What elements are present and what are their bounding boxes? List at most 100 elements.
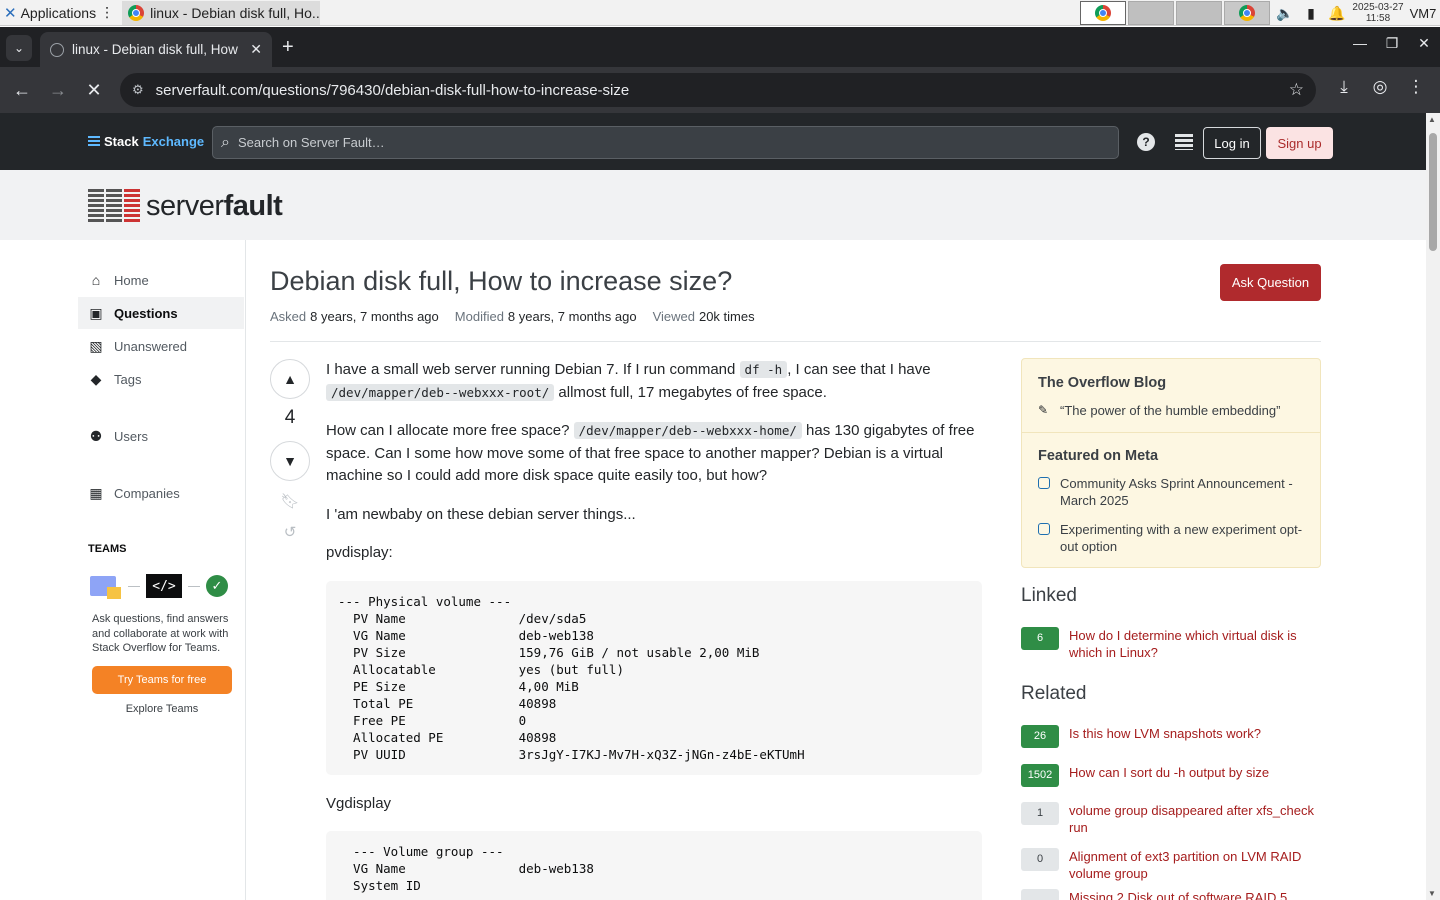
url-text: serverfault.com/questions/796430/debian-… — [155, 81, 630, 99]
chrome-icon — [128, 4, 145, 21]
meta-square-icon — [1038, 523, 1050, 535]
linked-question-title[interactable]: How do I determine which virtual disk is… — [1069, 627, 1321, 661]
nav-item-home[interactable]: ⌂ Home — [78, 264, 244, 296]
site-info-icon[interactable]: ⚙ — [132, 82, 144, 98]
browser-menu-icon[interactable]: ⋮ — [1398, 77, 1434, 97]
question-meta: Asked 8 years, 7 months ago Modified 8 yea… — [270, 309, 755, 324]
post-paragraph: pvdisplay: — [326, 544, 393, 561]
blog-item[interactable]: ✎ “The power of the humble embedding” — [1038, 402, 1310, 419]
taskbar-window-title: linux - Debian disk full, Ho... — [150, 4, 321, 21]
related-question[interactable]: 26 Is this how LVM snapshots work? — [1021, 725, 1321, 748]
volume-icon[interactable]: 🔈 — [1272, 5, 1298, 22]
applications-menu[interactable]: ✕ Applications ⋮ — [0, 0, 118, 26]
linked-heading: Linked — [1021, 585, 1077, 606]
related-question-title[interactable]: How can I sort du -h output by size — [1069, 764, 1321, 787]
tab-title: linux - Debian disk full, How — [72, 42, 238, 57]
close-window-icon[interactable]: ✕ — [1408, 35, 1440, 52]
meta-square-icon — [1038, 477, 1050, 489]
workspace-thumb-2[interactable] — [1128, 1, 1174, 25]
score-badge: 6 — [1021, 627, 1059, 650]
try-teams-button[interactable]: Try Teams for free — [92, 666, 232, 694]
profile-icon[interactable]: ◎ — [1362, 77, 1398, 97]
notification-bell-icon[interactable]: 🔔 — [1324, 5, 1350, 22]
workspace-thumb-1[interactable] — [1080, 1, 1126, 25]
serverfault-logo[interactable]: serverfault — [88, 189, 283, 223]
scroll-down-icon[interactable]: ▼ — [1428, 889, 1436, 898]
meta-item[interactable]: Experimenting with a new experiment opt-… — [1038, 521, 1310, 555]
tab-search-chevron-icon[interactable]: ⌄ — [6, 35, 32, 61]
meta-heading: Featured on Meta — [1038, 448, 1159, 464]
bookmark-star-icon[interactable]: ☆ — [1289, 80, 1304, 100]
related-question[interactable]: 1502 How can I sort du -h output by size — [1021, 764, 1321, 787]
explore-teams-link[interactable]: Explore Teams — [92, 703, 232, 715]
score-badge: 26 — [1021, 725, 1059, 748]
left-sidebar: ⌂ Home ▣ Questions ▧ Unanswered ◆ Tags ⚉… — [0, 240, 246, 900]
related-question-title[interactable]: Missing 2 Disk out of software RAID 5 — [1069, 889, 1321, 900]
code-block-vgdisplay: --- Volume group --- VG Name deb-web138 … — [326, 831, 982, 900]
workspace-thumb-4[interactable] — [1224, 1, 1270, 25]
browser-toolbar: ← → ✕ ⚙ serverfault.com/questions/796430… — [0, 67, 1440, 113]
history-icon[interactable]: ↺ — [280, 523, 300, 541]
related-question[interactable]: 0 Alignment of ext3 partition on LVM RAI… — [1021, 848, 1321, 882]
related-question-title[interactable]: volume group disappeared after xfs_check… — [1069, 802, 1321, 836]
site-search[interactable]: ⌕ — [212, 126, 1119, 159]
ask-question-button[interactable]: Ask Question — [1220, 264, 1321, 301]
users-icon: ⚉ — [89, 427, 103, 444]
page-scrollbar[interactable]: ▲ ▼ — [1426, 113, 1440, 900]
new-tab-plus-icon[interactable]: + — [282, 36, 294, 59]
question-title[interactable]: Debian disk full, How to increase size? — [270, 266, 732, 297]
vote-count: 4 — [284, 407, 296, 428]
stop-loading-icon[interactable]: ✕ — [76, 80, 112, 101]
related-question-title[interactable]: Alignment of ext3 partition on LVM RAID … — [1069, 848, 1321, 882]
nav-item-tags[interactable]: ◆ Tags — [78, 363, 244, 395]
teams-heading: TEAMS — [88, 543, 127, 555]
tab-close-icon[interactable]: ✕ — [250, 41, 262, 58]
nav-item-companies[interactable]: ▦ Companies — [78, 477, 244, 509]
related-question[interactable]: Missing 2 Disk out of software RAID 5 — [1021, 889, 1321, 900]
post-paragraph: I have a small web server running Debian… — [326, 361, 931, 401]
related-question[interactable]: 1 volume group disappeared after xfs_che… — [1021, 802, 1321, 836]
search-icon: ⌕ — [221, 133, 230, 151]
help-icon[interactable]: ? — [1137, 133, 1155, 151]
clock-date: 2025-03-27 — [1352, 2, 1404, 13]
score-badge — [1021, 889, 1059, 900]
related-question-title[interactable]: Is this how LVM snapshots work? — [1069, 725, 1321, 748]
clock[interactable]: 2025-03-27 11:58 — [1350, 2, 1406, 24]
companies-icon: ▦ — [89, 484, 103, 501]
site-banner: serverfault — [0, 170, 1426, 240]
browser-tab-active[interactable]: linux - Debian disk full, How ✕ — [40, 32, 272, 67]
stackexchange-logo[interactable]: Stack Exchange — [88, 134, 204, 149]
code-icon: </> — [146, 574, 182, 598]
downvote-button[interactable]: ▼ — [270, 441, 310, 481]
stackexchange-logo-icon — [88, 135, 100, 148]
tag-icon: ◆ — [90, 370, 102, 387]
upvote-button[interactable]: ▲ — [270, 359, 310, 399]
download-icon[interactable]: ⤓ — [1326, 77, 1362, 97]
post-paragraph: How can I allocate more free space? /dev… — [326, 422, 975, 484]
bookmark-icon[interactable]: 🔖︎ — [280, 492, 300, 510]
taskbar-window-button[interactable]: linux - Debian disk full, Ho... — [122, 0, 321, 25]
meta-item[interactable]: Community Asks Sprint Announcement - Mar… — [1038, 475, 1310, 509]
forward-arrow-icon[interactable]: → — [40, 80, 76, 101]
linked-question[interactable]: 6 How do I determine which virtual disk … — [1021, 627, 1321, 661]
search-input[interactable] — [237, 135, 1110, 150]
scrollbar-thumb[interactable] — [1429, 133, 1437, 251]
chrome-icon — [1095, 5, 1111, 21]
login-button[interactable]: Log in — [1203, 127, 1261, 159]
unanswered-icon: ▧ — [89, 337, 103, 354]
teams-illustration: </> ✓ — [90, 574, 230, 600]
site-switcher-icon[interactable] — [1175, 134, 1193, 150]
nav-item-users[interactable]: ⚉ Users — [78, 420, 244, 452]
address-bar[interactable]: ⚙ serverfault.com/questions/796430/debia… — [120, 73, 1316, 107]
restore-icon[interactable]: ❐ — [1376, 35, 1408, 52]
scroll-up-icon[interactable]: ▲ — [1428, 115, 1436, 124]
nav-item-questions[interactable]: ▣ Questions — [78, 297, 244, 329]
workspace-thumb-3[interactable] — [1176, 1, 1222, 25]
clock-time: 11:58 — [1365, 13, 1391, 24]
minimize-icon[interactable]: — — [1344, 35, 1376, 52]
back-arrow-icon[interactable]: ← — [4, 80, 40, 101]
signup-button[interactable]: Sign up — [1266, 127, 1333, 159]
nav-item-unanswered[interactable]: ▧ Unanswered — [78, 330, 244, 362]
battery-icon[interactable]: ▮ — [1298, 5, 1324, 22]
score-badge: 1502 — [1021, 764, 1059, 787]
